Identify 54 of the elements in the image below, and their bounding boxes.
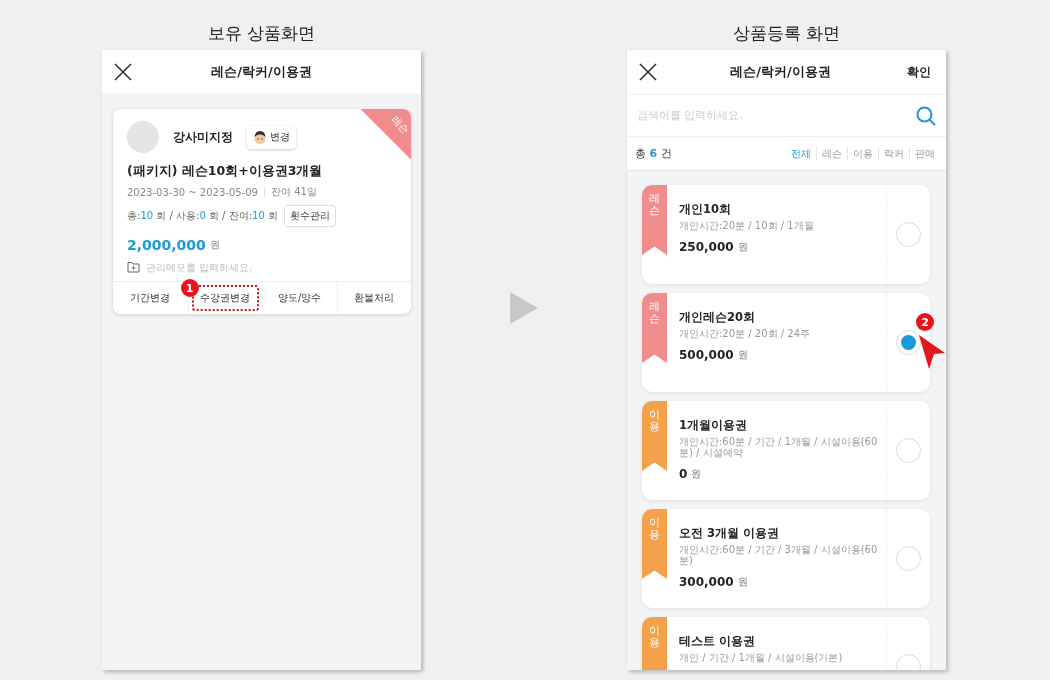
product-card[interactable]: 이용 테스트 이용권 개인 / 기간 / 1개월 / 시설이용(기본) — [642, 617, 930, 670]
folder-plus-icon — [127, 261, 140, 273]
category-label: 이용 — [649, 517, 660, 542]
ticket-title: (패키지) 레슨10회+이용권3개월 — [127, 163, 324, 180]
period-text: 2023-03-30 ~ 2023-05-09 — [127, 186, 258, 198]
product-detail: 개인시간:60분 / 기간 / 3개월 / 시설이용(60분) — [679, 544, 879, 566]
currency-unit: 원 — [691, 467, 702, 481]
next-arrow-icon — [510, 292, 538, 324]
change-button[interactable]: 변경 — [247, 125, 296, 149]
search-icon[interactable] — [916, 106, 936, 126]
product-name: 1개월이용권 — [679, 418, 748, 433]
currency-unit: 원 — [209, 238, 220, 252]
screen-caption: 상품등록 화면 — [732, 22, 841, 45]
cartoon-face-icon — [253, 129, 267, 145]
product-card[interactable]: 이용 오전 3개월 이용권 개인시간:60분 / 기간 / 3개월 / 시설이용(60분) 300,000 원 — [642, 509, 930, 608]
category-label: 레슨 — [649, 301, 660, 326]
product-card[interactable]: 레슨 개인10회 개인시간:20분 / 10회 / 1개월 250,000 원 — [642, 185, 930, 284]
ribbon-label: 레슨 — [388, 113, 411, 137]
category-label: 이용 — [649, 409, 660, 434]
close-icon[interactable] — [639, 63, 657, 81]
product-price: 500,000 — [679, 348, 734, 362]
category-label: 레슨 — [649, 193, 660, 218]
product-name: 오전 3개월 이용권 — [679, 526, 780, 541]
product-detail: 개인시간:20분 / 20회 / 24주 — [679, 328, 811, 339]
product-price: 0 — [679, 467, 688, 481]
instructor-name: 강사미지정 — [173, 128, 233, 146]
product-name: 개인레슨20회 — [679, 310, 756, 325]
ticket-price: 2,000,000 — [127, 237, 206, 253]
header-title: 레슨/락커/이용권 — [210, 63, 313, 81]
confirm-button[interactable]: 확인 — [904, 61, 934, 83]
action-button[interactable]: 기간변경 — [113, 282, 188, 314]
currency-unit: 원 — [737, 348, 748, 362]
action-button[interactable]: 환불처리 — [337, 282, 411, 314]
header-title: 레슨/락커/이용권 — [729, 63, 832, 81]
usage-counts: 총:10 회 / 사용:0 회 / 잔여:10 회 — [127, 209, 278, 223]
category-label: 이용 — [649, 625, 660, 650]
product-name: 테스트 이용권 — [679, 634, 756, 649]
product-detail: 개인시간:20분 / 10회 / 1개월 — [679, 220, 815, 231]
product-detail: 개인 / 기간 / 1개월 / 시설이용(기본) — [679, 652, 844, 663]
currency-unit: 원 — [737, 240, 748, 254]
memo-field[interactable]: 관리메모를 입력하세요. — [146, 261, 397, 273]
avatar-placeholder — [127, 121, 159, 153]
screen-caption: 보유 상품화면 — [207, 22, 316, 45]
total-count: 총 6 건 — [635, 146, 672, 161]
remaining-days: 잔여 41일 — [270, 185, 317, 199]
product-card[interactable]: 이용 1개월이용권 개인시간:60분 / 기간 / 1개월 / 시설이용(60분) / 시설예약 0 원 — [642, 401, 930, 500]
currency-unit: 원 — [737, 575, 748, 589]
product-name: 개인10회 — [679, 202, 732, 217]
product-detail: 개인시간:60분 / 기간 / 1개월 / 시설이용(60분) / 시설예약 — [679, 436, 879, 458]
count-manage-button[interactable]: 횟수관리 — [283, 205, 336, 227]
product-price: 250,000 — [679, 240, 734, 254]
step-marker: 2 — [916, 313, 934, 331]
product-price: 300,000 — [679, 575, 734, 589]
close-icon[interactable] — [114, 63, 132, 81]
